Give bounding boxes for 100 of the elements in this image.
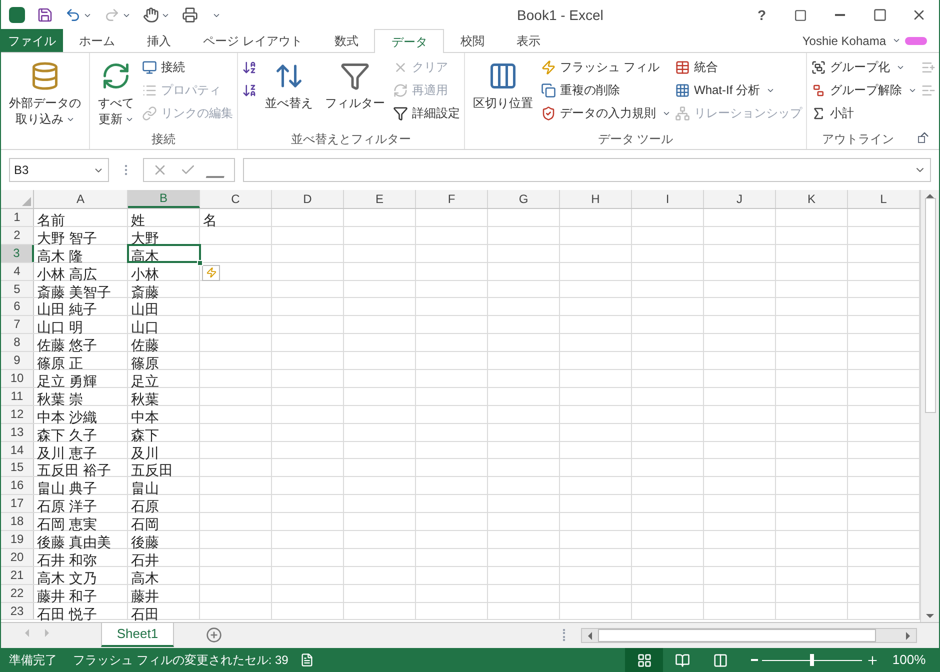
new-sheet-icon[interactable] xyxy=(206,627,222,643)
row-header[interactable]: 22 xyxy=(1,584,34,602)
vertical-scrollbar[interactable] xyxy=(920,190,939,622)
row-header[interactable]: 13 xyxy=(1,424,34,441)
ribbon-tab[interactable]: 数式 xyxy=(318,29,374,52)
table-cell-text: 篠原 xyxy=(130,355,159,372)
user-name[interactable]: Yoshie Kohama xyxy=(802,32,886,50)
zoom-in-icon[interactable] xyxy=(866,654,879,666)
zoom-level[interactable]: 100% xyxy=(879,650,939,670)
scroll-down-icon[interactable] xyxy=(926,614,934,618)
maximize-icon[interactable] xyxy=(873,8,887,22)
table-cell-text: 姓 xyxy=(130,212,145,228)
ribbon-button[interactable]: 統合 xyxy=(675,57,802,77)
row-header[interactable]: 4 xyxy=(1,262,34,280)
row-header[interactable]: 10 xyxy=(1,370,34,387)
dialog-launcher-icon[interactable] xyxy=(918,136,925,142)
help-button[interactable]: ? xyxy=(749,4,774,26)
ribbon-large-button[interactable]: フィルター xyxy=(321,57,389,129)
user-avatar-icon xyxy=(905,37,927,45)
row-header[interactable]: 7 xyxy=(1,316,34,334)
printer-icon[interactable] xyxy=(182,7,198,23)
row-header[interactable]: 6 xyxy=(1,298,34,316)
row-header[interactable]: 3 xyxy=(1,244,34,262)
column-header[interactable]: I xyxy=(632,190,704,208)
table-cell-text: 名 xyxy=(202,212,217,228)
ribbon-display-options-icon[interactable] xyxy=(794,8,807,22)
sort-ascending-icon xyxy=(242,60,257,74)
ribbon-button[interactable]: 詳細設定 xyxy=(393,103,460,123)
table-cell-text: 及川 恵子 xyxy=(36,444,97,461)
row-header[interactable]: 19 xyxy=(1,531,34,548)
zoom-slider[interactable] xyxy=(762,654,862,666)
table-cell-text: 足立 xyxy=(130,373,159,390)
column-header[interactable]: F xyxy=(416,190,488,208)
status-text: 準備完了 xyxy=(8,652,57,669)
macro-record-icon[interactable] xyxy=(300,653,314,667)
column-header[interactable]: J xyxy=(704,190,776,208)
row-header[interactable]: 15 xyxy=(1,459,34,476)
relationship-icon xyxy=(675,106,690,120)
validation-icon xyxy=(541,106,556,120)
monitor-icon xyxy=(142,60,157,74)
row-header[interactable]: 2 xyxy=(1,226,34,244)
horizontal-scrollbar[interactable] xyxy=(581,628,917,643)
table-cell-text: 中本 沙織 xyxy=(36,408,97,425)
column-header[interactable]: D xyxy=(272,190,344,208)
column-header[interactable]: B xyxy=(128,190,200,208)
table-cell-text: 斎藤 xyxy=(130,284,159,300)
ribbon-tab[interactable]: 校閲 xyxy=(444,29,500,52)
table-cell-text: 五反田 裕子 xyxy=(36,462,111,478)
row-header[interactable]: 16 xyxy=(1,477,34,494)
row-header[interactable]: 12 xyxy=(1,406,34,423)
zoom-thumb[interactable] xyxy=(810,654,814,666)
row-header[interactable]: 23 xyxy=(1,602,34,620)
ribbon-button[interactable]: データの入力規則 xyxy=(541,103,671,123)
table-cell-text: 高木 隆 xyxy=(36,248,83,264)
row-header[interactable]: 14 xyxy=(1,442,34,458)
ribbon-button[interactable]: 重複の削除 xyxy=(541,80,671,100)
file-tab[interactable]: ファイル xyxy=(1,29,63,52)
ribbon-tab[interactable]: ホーム xyxy=(63,29,131,52)
ribbon-large-button[interactable]: すべて 更新 xyxy=(94,57,138,129)
row-header[interactable]: 9 xyxy=(1,352,34,370)
table-cell-text: 山田 xyxy=(130,301,159,318)
column-header[interactable]: E xyxy=(344,190,416,208)
name-box[interactable]: B3 xyxy=(9,158,109,182)
ribbon-button[interactable]: 小計 xyxy=(811,103,917,123)
ribbon-button[interactable]: グループ化 xyxy=(811,57,917,77)
ribbon-button[interactable]: 接続 xyxy=(142,57,233,77)
ribbon-tab[interactable]: データ xyxy=(374,29,444,53)
columns-icon xyxy=(488,61,518,91)
ribbon-tab[interactable]: ページ レイアウト xyxy=(187,29,318,52)
column-header[interactable]: K xyxy=(776,190,848,208)
ribbon-tab[interactable]: 挿入 xyxy=(131,29,187,52)
row-header[interactable]: 18 xyxy=(1,513,34,530)
row-header[interactable]: 11 xyxy=(1,388,34,405)
table-cell-text: 佐藤 悠子 xyxy=(36,337,97,354)
view-button[interactable] xyxy=(625,648,663,672)
ribbon-tab[interactable]: 表示 xyxy=(500,29,556,52)
column-header[interactable]: H xyxy=(560,190,632,208)
row-header[interactable]: 5 xyxy=(1,280,34,298)
ribbon-button[interactable]: グループ解除 xyxy=(811,80,917,100)
ribbon-button[interactable]: What-If 分析 xyxy=(675,80,802,100)
row-header[interactable]: 17 xyxy=(1,495,34,512)
table-cell-text: 藤井 xyxy=(130,588,159,604)
table-cell-text: 後藤 真由美 xyxy=(36,534,111,550)
column-header[interactable]: G xyxy=(488,190,560,208)
ribbon-large-button[interactable]: 外部データの 取り込み xyxy=(5,57,85,129)
undo-icon[interactable] xyxy=(65,7,81,23)
sheet-tab[interactable]: Sheet1 xyxy=(101,623,174,647)
formula-input[interactable] xyxy=(243,158,931,182)
fill-handle[interactable] xyxy=(197,260,203,266)
row-header[interactable]: 1 xyxy=(1,209,34,226)
column-header[interactable]: C xyxy=(200,190,272,208)
row-header[interactable]: 8 xyxy=(1,334,34,352)
row-header[interactable]: 21 xyxy=(1,566,34,584)
ribbon-large-button[interactable]: 区切り位置 xyxy=(469,57,537,129)
ribbon-large-button[interactable]: 並べ替え xyxy=(261,57,317,129)
save-icon[interactable] xyxy=(37,7,53,23)
touch-mode-icon[interactable] xyxy=(143,7,159,23)
ribbon-button[interactable]: フラッシュ フィル xyxy=(541,57,671,77)
row-header[interactable]: 20 xyxy=(1,548,34,566)
group-label: 並べ替えとフィルター xyxy=(291,131,411,148)
